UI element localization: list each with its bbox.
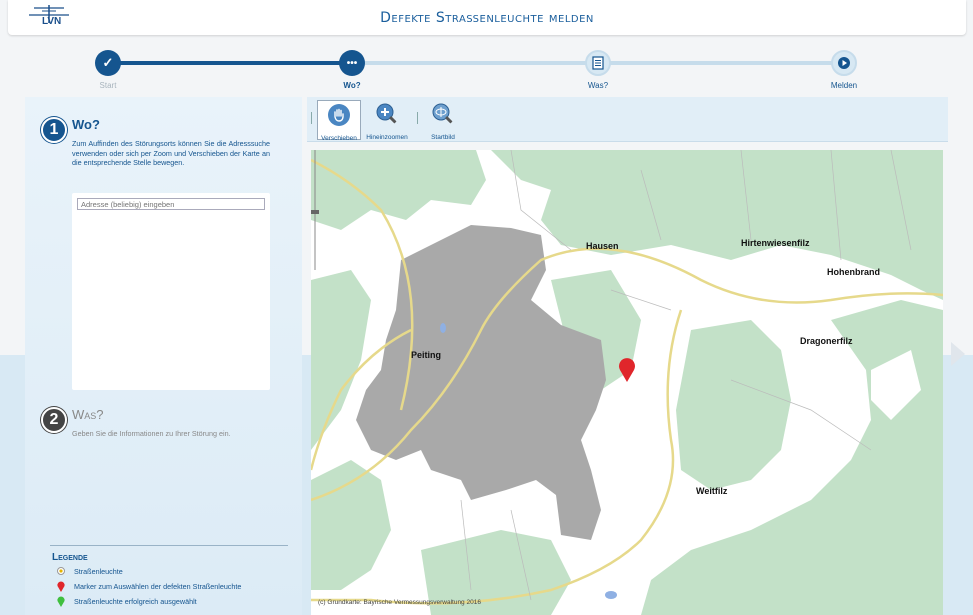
stepper-progress-done bbox=[108, 61, 352, 65]
map-view[interactable]: Hausen Hirtenwiesenfilz Hohenbrand Peiti… bbox=[311, 150, 943, 615]
play-icon bbox=[838, 57, 850, 69]
step-wo[interactable]: ••• bbox=[338, 49, 366, 77]
home-view-icon bbox=[432, 103, 455, 126]
hand-icon bbox=[328, 104, 350, 126]
progress-stepper: ✓ Start ••• Wo? Was? Melden bbox=[0, 45, 973, 95]
zoom-in-tool-button[interactable]: Hineinzoomen bbox=[365, 100, 409, 141]
step-wo-label: Wo? bbox=[343, 81, 361, 90]
place-label: Hohenbrand bbox=[827, 267, 880, 277]
section-1-title: Wo? bbox=[72, 117, 100, 132]
address-search-input[interactable] bbox=[77, 198, 265, 210]
list-icon bbox=[592, 56, 604, 70]
page-title: Defekte Straßenleuchte melden bbox=[380, 10, 594, 26]
streetlight-icon bbox=[57, 567, 65, 575]
town-peiting bbox=[356, 225, 606, 540]
legend: Legende Straßenleuchte Marker zum Auswäh… bbox=[50, 545, 288, 608]
next-arrow-icon[interactable] bbox=[951, 342, 965, 366]
legend-item: Straßenleuchte bbox=[50, 563, 288, 578]
checkmark-icon: ✓ bbox=[95, 50, 121, 76]
place-label: Hausen bbox=[586, 241, 619, 251]
step-start-label: Start bbox=[99, 81, 117, 90]
place-label: Dragonerfilz bbox=[800, 336, 853, 346]
red-marker-icon bbox=[57, 581, 65, 592]
ellipsis-icon: ••• bbox=[339, 50, 365, 76]
pan-tool-button[interactable]: Verschieben bbox=[317, 100, 361, 142]
zoom-in-icon bbox=[376, 103, 399, 126]
place-label: Weitfilz bbox=[696, 486, 728, 496]
start-view-tool-button[interactable]: Startbild bbox=[421, 100, 465, 141]
zoom-slider[interactable] bbox=[311, 150, 319, 270]
section-2-title: Was? bbox=[72, 407, 104, 422]
legend-title: Legende bbox=[52, 552, 88, 563]
map-canvas[interactable] bbox=[311, 150, 943, 615]
section-2-description: Geben Sie die Informationen zu Ihrer Stö… bbox=[72, 429, 231, 438]
map-credit: (c) Grundkarte: Bayrische Vermessungsver… bbox=[318, 599, 481, 606]
legend-item: Straßenleuchte erfolgreich ausgewählt bbox=[50, 593, 288, 608]
place-label: Hirtenwiesenfilz bbox=[741, 238, 810, 248]
address-search-panel bbox=[72, 193, 270, 390]
legend-item: Marker zum Auswählen der defekten Straße… bbox=[50, 578, 288, 593]
step-was[interactable] bbox=[584, 49, 612, 77]
step-was-label: Was? bbox=[587, 81, 609, 90]
section-1-description: Zum Auffinden des Störungsorts können Si… bbox=[72, 139, 270, 167]
step-start[interactable]: ✓ bbox=[94, 49, 122, 77]
red-map-marker[interactable] bbox=[619, 358, 635, 382]
section-1-badge: 1 bbox=[41, 117, 67, 143]
place-label: Peiting bbox=[411, 350, 442, 360]
green-marker-icon bbox=[57, 596, 65, 607]
step-melden[interactable] bbox=[830, 49, 858, 77]
app-header: LVN Defekte Straßenleuchte melden bbox=[8, 0, 966, 35]
left-panel: 1 Wo? Zum Auffinden des Störungsorts kön… bbox=[25, 97, 302, 615]
step-melden-label: Melden bbox=[830, 81, 858, 90]
section-2-badge: 2 bbox=[41, 407, 67, 433]
map-toolbar: Verschieben Hineinzoomen Startbild bbox=[307, 97, 948, 142]
